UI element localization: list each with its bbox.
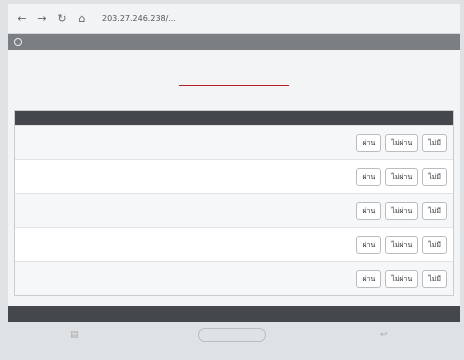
fail-button[interactable]: ไม่ผ่าน bbox=[385, 167, 419, 186]
table-row: ผ่าน ไม่ผ่าน ไม่มี bbox=[15, 261, 453, 295]
page-title bbox=[179, 72, 289, 86]
home-icon[interactable]: ⌂ bbox=[76, 12, 88, 25]
fail-button[interactable]: ไม่ผ่าน bbox=[385, 269, 419, 288]
browser-toolbar: ← → ↻ ⌂ 203.27.246.238/... bbox=[8, 4, 460, 34]
fail-button[interactable]: ไม่ผ่าน bbox=[385, 201, 419, 220]
row-description bbox=[21, 172, 321, 182]
fail-button[interactable]: ไม่ผ่าน bbox=[385, 133, 419, 152]
app-header bbox=[8, 34, 460, 50]
not-applicable-button[interactable]: ไม่มี bbox=[422, 201, 447, 220]
row-description bbox=[21, 133, 321, 153]
row-text-line bbox=[21, 172, 321, 182]
row-text-line bbox=[21, 201, 321, 211]
table-row: ผ่าน ไม่ผ่าน ไม่มี bbox=[15, 125, 453, 159]
page-subtitle bbox=[8, 93, 460, 103]
not-applicable-button[interactable]: ไม่มี bbox=[422, 269, 447, 288]
pass-button[interactable]: ผ่าน bbox=[356, 235, 382, 254]
answer-buttons: ผ่าน ไม่ผ่าน ไม่มี bbox=[356, 133, 447, 152]
menu-icon[interactable] bbox=[14, 38, 22, 46]
back-key[interactable]: ↩ bbox=[380, 330, 388, 340]
row-description bbox=[21, 201, 321, 221]
answer-buttons: ผ่าน ไม่ผ่าน ไม่มี bbox=[356, 201, 447, 220]
arrow-right-icon[interactable]: → bbox=[36, 12, 48, 25]
reload-icon[interactable]: ↻ bbox=[56, 12, 68, 25]
recent-apps-key[interactable]: ▤ bbox=[70, 330, 79, 340]
row-description bbox=[21, 269, 321, 289]
row-text-line bbox=[21, 211, 321, 221]
pass-button[interactable]: ผ่าน bbox=[356, 133, 382, 152]
answer-buttons: ผ่าน ไม่ผ่าน ไม่มี bbox=[356, 235, 447, 254]
not-applicable-button[interactable]: ไม่มี bbox=[422, 167, 447, 186]
checklist-table: ผ่าน ไม่ผ่าน ไม่มี ผ่าน ไม่ผ่าน ไม่มี ผ่าน ไม่ผ… bbox=[14, 110, 454, 296]
pass-button[interactable]: ผ่าน bbox=[356, 201, 382, 220]
pass-button[interactable]: ผ่าน bbox=[356, 269, 382, 288]
not-applicable-button[interactable]: ไม่มี bbox=[422, 133, 447, 152]
row-text-line bbox=[21, 143, 321, 153]
answer-buttons: ผ่าน ไม่ผ่าน ไม่มี bbox=[356, 167, 447, 186]
fail-button[interactable]: ไม่ผ่าน bbox=[385, 235, 419, 254]
page-heading bbox=[8, 50, 460, 110]
pass-button[interactable]: ผ่าน bbox=[356, 167, 382, 186]
row-text-line bbox=[21, 279, 321, 289]
browser-screen: ← → ↻ ⌂ 203.27.246.238/... ผ่าน ไม่ผ่าน ไม… bbox=[8, 4, 460, 322]
table-row: ผ่าน ไม่ผ่าน ไม่มี bbox=[15, 159, 453, 193]
table-body: ผ่าน ไม่ผ่าน ไม่มี ผ่าน ไม่ผ่าน ไม่มี ผ่าน ไม่ผ… bbox=[15, 125, 453, 295]
row-text-line bbox=[21, 269, 321, 279]
row-text-line bbox=[21, 235, 321, 245]
row-text-line bbox=[21, 245, 321, 255]
tablet-device: ← → ↻ ⌂ 203.27.246.238/... ผ่าน ไม่ผ่าน ไม… bbox=[0, 0, 464, 360]
table-header bbox=[15, 111, 453, 125]
home-button[interactable] bbox=[198, 328, 266, 342]
address-bar[interactable]: 203.27.246.238/... bbox=[96, 10, 452, 28]
table-row: ผ่าน ไม่ผ่าน ไม่มี bbox=[15, 227, 453, 261]
row-description bbox=[21, 235, 321, 255]
arrow-left-icon[interactable]: ← bbox=[16, 12, 28, 25]
answer-buttons: ผ่าน ไม่ผ่าน ไม่มี bbox=[356, 269, 447, 288]
page-footer bbox=[8, 306, 460, 322]
not-applicable-button[interactable]: ไม่มี bbox=[422, 235, 447, 254]
table-row: ผ่าน ไม่ผ่าน ไม่มี bbox=[15, 193, 453, 227]
row-text-line bbox=[21, 133, 321, 143]
